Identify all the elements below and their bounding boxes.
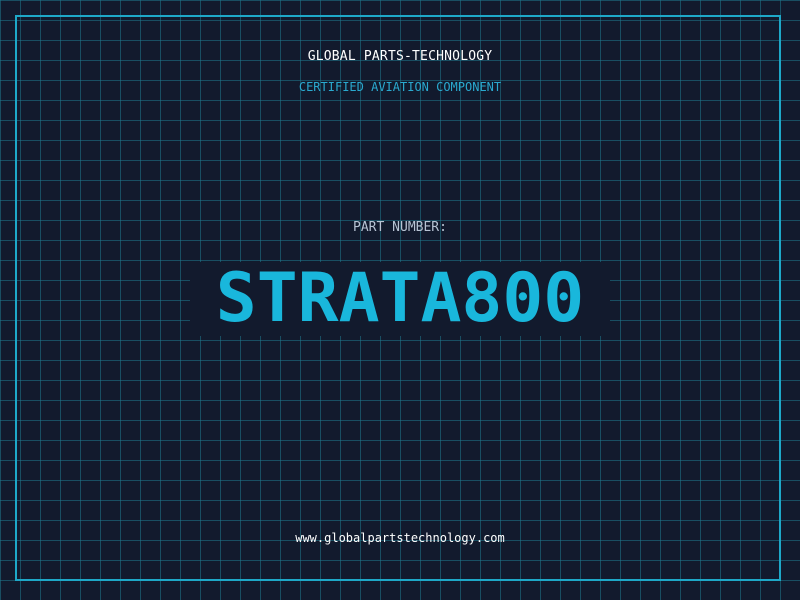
label-card: GLOBAL PARTS-TECHNOLOGY CERTIFIED AVIATI… [0,0,800,600]
website-url: www.globalpartstechnology.com [295,531,505,545]
company-name: GLOBAL PARTS-TECHNOLOGY [307,49,493,64]
part-number-label: PART NUMBER: [353,220,447,235]
part-number-value: STRATA800 [215,259,585,338]
certification-tagline: CERTIFIED AVIATION COMPONENT [298,80,502,94]
